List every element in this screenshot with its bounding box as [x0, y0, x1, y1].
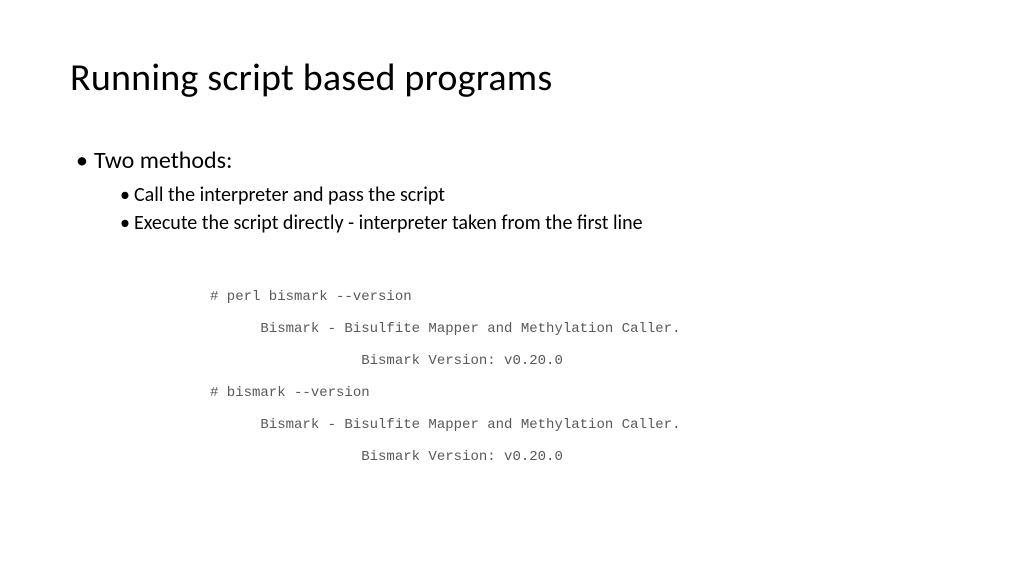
- bullet-level2: •Execute the script directly - interpret…: [120, 211, 954, 235]
- code-line: Bismark Version: v0.20.0: [210, 450, 954, 464]
- bullet-dot-icon: •: [76, 146, 94, 175]
- code-line: # bismark --version: [210, 386, 954, 400]
- code-line: Bismark Version: v0.20.0: [210, 354, 954, 368]
- bullet-dot-icon: •: [120, 211, 134, 235]
- bullet-l2b-text: Execute the script directly - interprete…: [134, 211, 643, 235]
- bullet-l2a-text: Call the interpreter and pass the script: [134, 183, 445, 207]
- bullet-level2: •Call the interpreter and pass the scrip…: [120, 183, 954, 207]
- code-line: Bismark - Bisulfite Mapper and Methylati…: [210, 418, 954, 432]
- bullet-dot-icon: •: [120, 183, 134, 207]
- bullet-level1: •Two methods:: [76, 146, 954, 175]
- bullet-l1-text: Two methods:: [94, 146, 232, 175]
- code-line: Bismark - Bisulfite Mapper and Methylati…: [210, 322, 954, 336]
- code-block: # perl bismark --version Bismark - Bisul…: [210, 290, 954, 464]
- code-line: # perl bismark --version: [210, 290, 954, 304]
- slide-title: Running script based programs: [70, 55, 954, 101]
